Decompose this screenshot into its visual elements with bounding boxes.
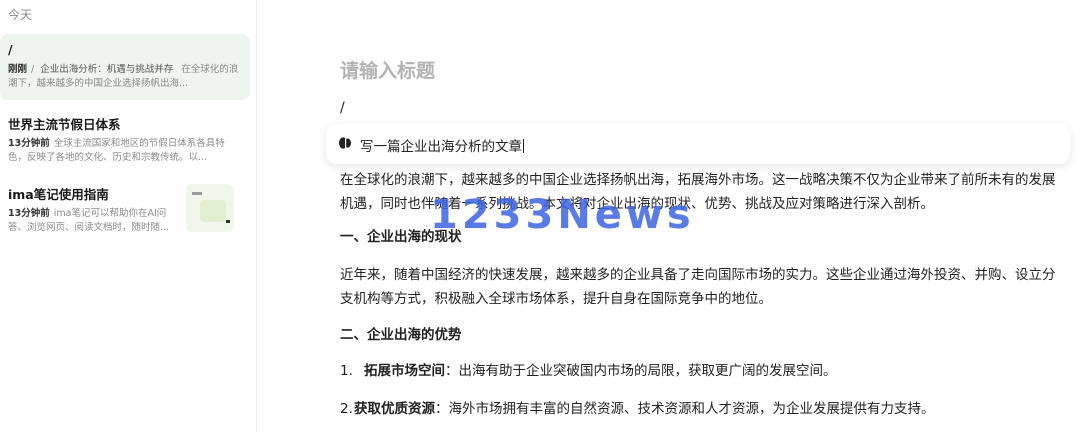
note-time: 13分钟前 <box>8 138 50 149</box>
note-thumbnail <box>186 184 234 232</box>
list-item-text: ：海外市场拥有丰富的自然资源、技术资源和人才资源，为企业发展提供有力支持。 <box>435 401 935 417</box>
list-item-title: 获取优质资源 <box>354 401 435 417</box>
note-preview: 刚刚 / 企业出海分析：机遇与挑战并存 在全球化的浪潮下，越来越多的中国企业选择扬帆出… <box>8 63 242 91</box>
list-number: 1. <box>340 363 353 379</box>
thumbnail-dot <box>226 220 230 223</box>
note-item-current[interactable]: / 刚刚 / 企业出海分析：机遇与挑战并存 在全球化的浪潮下，越来越多的中国企业选择扬… <box>0 34 250 100</box>
note-item-holidays[interactable]: 世界主流节假日体系 13分钟前 全球主流国家和地区的节假日体系各具特色，反映了各地… <box>0 114 250 170</box>
list-item-title: 拓展市场空间 <box>364 363 445 379</box>
ai-spark-icon <box>339 137 351 149</box>
list-number: 2. <box>340 401 353 417</box>
note-time: 刚刚 <box>8 64 28 75</box>
notes-sidebar: 今天 / 刚刚 / 企业出海分析：机遇与挑战并存 在全球化的浪潮下，越来越多的中国企业… <box>0 0 257 432</box>
date-group-header: 今天 <box>8 8 33 22</box>
note-ref-title: 企业出海分析：机遇与挑战并存 <box>40 64 174 75</box>
note-separator: / <box>31 64 35 75</box>
title-input[interactable]: 请输入标题 <box>340 56 435 83</box>
note-title: / <box>8 42 13 57</box>
list-item: 1. 拓展市场空间：出海有助于企业突破国内市场的局限，获取更广阔的发展空间。 <box>340 359 1060 383</box>
slash-command[interactable]: / <box>340 100 345 116</box>
thumbnail-card <box>200 200 226 222</box>
text-caret <box>523 139 524 153</box>
note-preview: 13分钟前 全球主流国家和地区的节假日体系各具特色，反映了各地的文化、历史和宗教传… <box>8 137 242 165</box>
list-item: 2.获取优质资源：海外市场拥有丰富的自然资源、技术资源和人才资源，为企业发展提供… <box>340 397 1060 421</box>
note-title: 世界主流节假日体系 <box>8 117 121 132</box>
watermark: 1233News <box>430 192 695 238</box>
section-heading: 二、企业出海的优势 <box>340 327 462 343</box>
ai-prompt-box[interactable]: 写一篇企业出海分析的文章 <box>326 124 1070 164</box>
note-item-ima-guide[interactable]: ima笔记使用指南 13分钟前 ima笔记可以帮助你在AI问答、浏览网页、阅读文档… <box>0 184 250 240</box>
thumbnail-logo <box>192 192 202 195</box>
ai-prompt-input[interactable]: 写一篇企业出海分析的文章 <box>360 135 524 155</box>
list-item-text: ：出海有助于企业突破国内市场的局限，获取更广阔的发展空间。 <box>445 363 837 379</box>
ai-prompt-text: 写一篇企业出海分析的文章 <box>360 139 522 155</box>
note-time: 13分钟前 <box>8 208 50 219</box>
section-paragraph: 近年来，随着中国经济的快速发展，越来越多的企业具备了走向国际市场的实力。这些企业… <box>340 267 1056 307</box>
note-preview: 13分钟前 ima笔记可以帮助你在AI问答、浏览网页、阅读文档时，随时随... <box>8 207 183 235</box>
